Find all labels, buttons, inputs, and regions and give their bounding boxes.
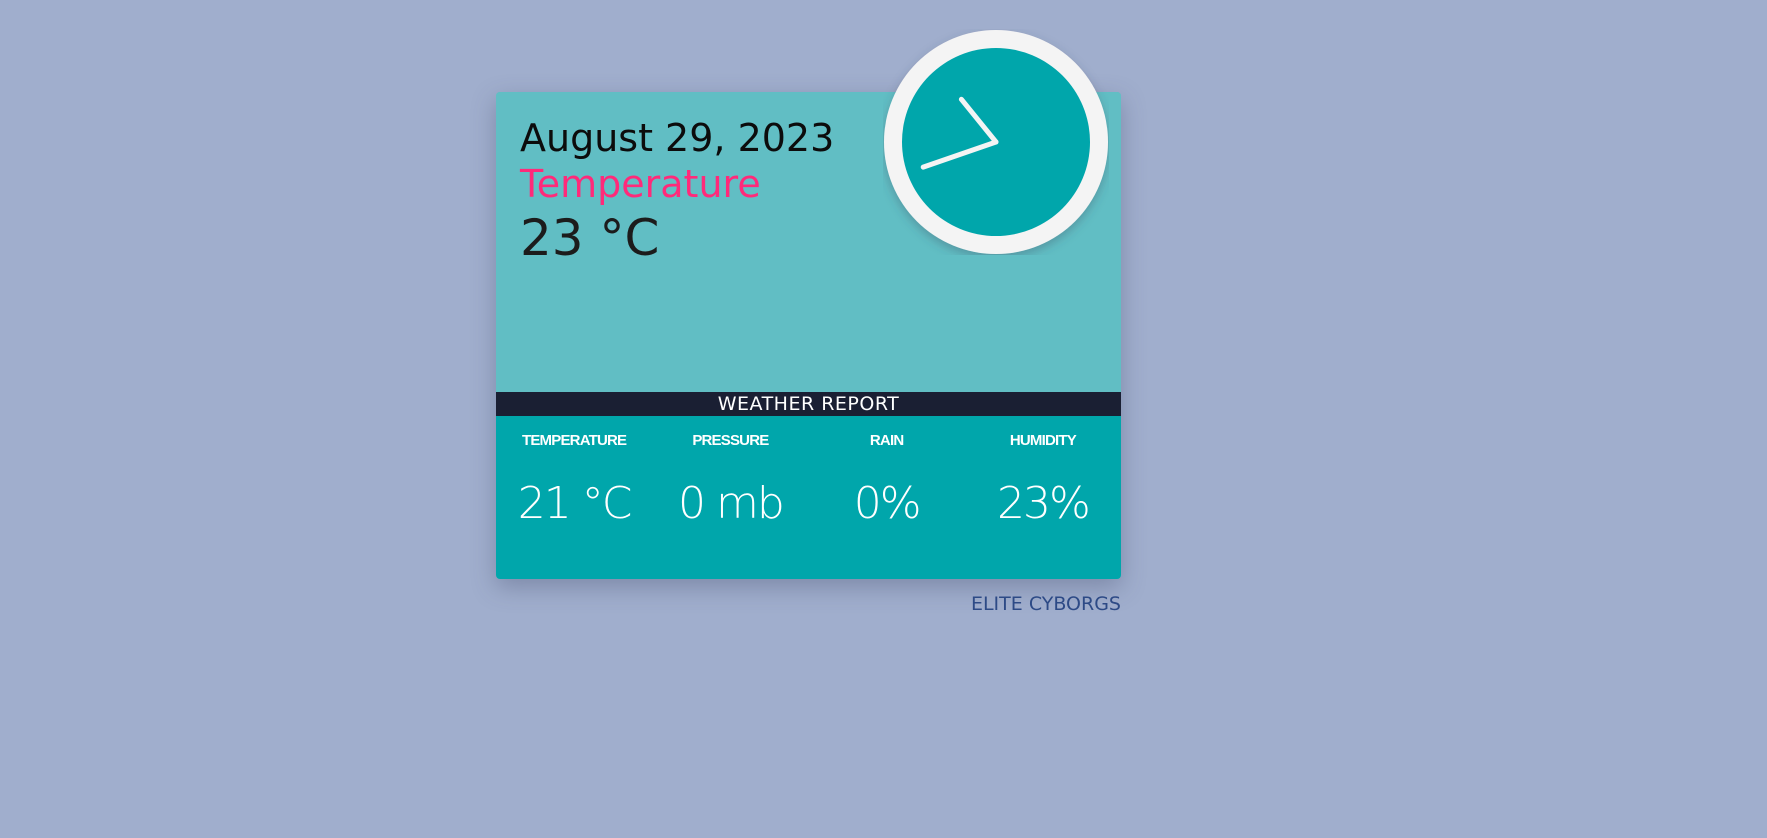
- stat-label: RAIN: [869, 432, 904, 449]
- current-date: August 29, 2023: [520, 116, 835, 160]
- stat-value: 0 mb: [677, 478, 785, 529]
- stat-value: 0%: [853, 478, 922, 529]
- stat-humidity: HUMIDITY 23%: [965, 416, 1121, 579]
- weather-report-banner: WEATHER REPORT: [496, 392, 1121, 416]
- temperature-heading: Temperature: [520, 162, 761, 206]
- stat-value: 23%: [996, 478, 1091, 529]
- stat-label: TEMPERATURE: [521, 432, 627, 449]
- analog-clock-icon: [884, 30, 1108, 254]
- stat-temperature: TEMPERATURE 21 °C: [496, 416, 652, 579]
- footer-credit[interactable]: ELITE CYBORGS: [880, 593, 1121, 615]
- stat-label: HUMIDITY: [1009, 432, 1077, 449]
- weather-stats: TEMPERATURE 21 °C PRESSURE 0 mb RAIN 0% …: [496, 416, 1121, 579]
- stat-pressure: PRESSURE 0 mb: [652, 416, 808, 579]
- stat-value: 21 °C: [517, 478, 633, 529]
- stat-rain: RAIN 0%: [809, 416, 965, 579]
- current-temperature: 23 °C: [520, 209, 660, 267]
- stat-label: PRESSURE: [692, 432, 769, 449]
